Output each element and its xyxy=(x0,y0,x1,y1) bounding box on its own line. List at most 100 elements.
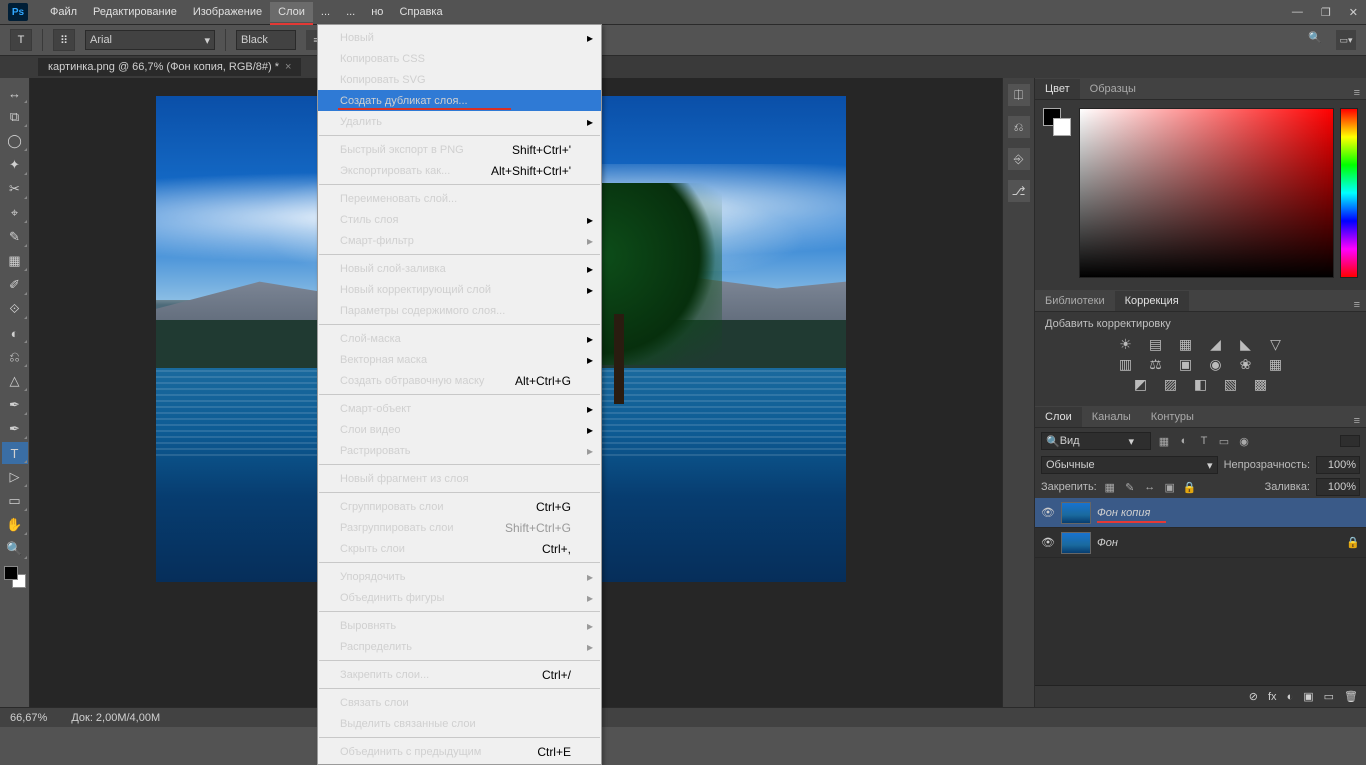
tool-item[interactable]: ◐ xyxy=(2,322,28,344)
menu-изображение[interactable]: Изображение xyxy=(185,2,270,22)
menu-item[interactable]: Смарт-объект xyxy=(318,398,601,419)
adjustment-preset-icon[interactable]: ◧ xyxy=(1191,376,1211,392)
adjustment-preset-icon[interactable]: ▽ xyxy=(1266,336,1286,352)
menu-справка[interactable]: Справка xyxy=(391,2,450,22)
menu-item[interactable]: Переименовать слой... xyxy=(318,188,601,209)
panel-menu-icon[interactable]: ≡ xyxy=(1348,299,1366,311)
menu-item[interactable]: Объединить с предыдущимCtrl+E xyxy=(318,741,601,762)
lock-button[interactable]: ✎ xyxy=(1123,481,1137,494)
menu-item[interactable]: Векторная маска xyxy=(318,349,601,370)
menu-item[interactable]: Копировать CSS xyxy=(318,48,601,69)
layer-row[interactable]: 👁 Фон копия xyxy=(1035,498,1366,528)
blend-mode-select[interactable]: Обычные▾ xyxy=(1041,456,1218,474)
layer-thumbnail[interactable] xyxy=(1061,532,1091,554)
menu-item[interactable]: Создать дубликат слоя... xyxy=(318,90,601,111)
adjustment-preset-icon[interactable]: ◣ xyxy=(1236,336,1256,352)
tab-layers[interactable]: Слои xyxy=(1035,407,1082,427)
opacity-value[interactable]: 100% xyxy=(1316,456,1360,474)
menu-item[interactable]: Копировать SVG xyxy=(318,69,601,90)
menu-item[interactable]: Закрепить слои...Ctrl+/ xyxy=(318,664,601,685)
layers-footer-button[interactable]: fx xyxy=(1268,691,1277,703)
layer-row[interactable]: 👁Фон🔒 xyxy=(1035,528,1366,558)
panel-menu-icon[interactable]: ≡ xyxy=(1348,87,1366,99)
layers-footer-button[interactable]: ▣ xyxy=(1303,690,1313,703)
lock-button[interactable]: ▦ xyxy=(1103,481,1117,494)
layer-filter-type[interactable]: 🔍 Вид ▾ xyxy=(1041,432,1151,450)
menu-item[interactable]: Скрыть слоиCtrl+, xyxy=(318,538,601,559)
tool-item[interactable]: ▷ xyxy=(2,466,28,488)
tool-item[interactable]: ⎌ xyxy=(2,346,28,368)
layer-thumbnail[interactable] xyxy=(1061,502,1091,524)
tool-item[interactable]: ✎ xyxy=(2,226,28,248)
layer-visibility-icon[interactable]: 👁 xyxy=(1041,506,1055,519)
tool-item[interactable]: △ xyxy=(2,370,28,392)
layer-name-label[interactable]: Фон xyxy=(1097,537,1118,549)
lock-button[interactable]: 🔒 xyxy=(1183,481,1197,494)
window-maximize[interactable]: ❐ xyxy=(1321,6,1331,19)
tool-item[interactable]: ⟐ xyxy=(2,298,28,320)
layers-footer-button[interactable]: ▭ xyxy=(1324,690,1334,703)
adjustment-preset-icon[interactable]: ☀ xyxy=(1116,336,1136,352)
tool-item[interactable]: ✂ xyxy=(2,178,28,200)
document-tab[interactable]: картинка.png @ 66,7% (Фон копия, RGB/8#)… xyxy=(38,58,301,76)
layer-filter-icon[interactable]: ▦ xyxy=(1157,435,1171,448)
tool-item[interactable]: ◯ xyxy=(2,130,28,152)
tool-item[interactable]: T xyxy=(2,442,28,464)
menu-редактирование[interactable]: Редактирование xyxy=(85,2,185,22)
hue-slider[interactable] xyxy=(1340,108,1358,278)
orientation-toggle[interactable]: ⠿ xyxy=(53,29,75,51)
active-tool-icon[interactable]: T xyxy=(10,29,32,51)
lock-button[interactable]: ▣ xyxy=(1163,481,1177,494)
layer-name-label[interactable]: Фон копия xyxy=(1097,507,1150,519)
font-color-select[interactable]: Black xyxy=(236,30,296,50)
fill-value[interactable]: 100% xyxy=(1316,478,1360,496)
menu-item[interactable]: Новый корректирующий слой xyxy=(318,279,601,300)
tool-item[interactable]: ↔ xyxy=(2,82,28,104)
doc-size[interactable]: Док: 2,00M/4,00M xyxy=(71,712,160,724)
menu-item[interactable]: Удалить xyxy=(318,111,601,132)
panel-menu-icon[interactable]: ≡ xyxy=(1348,415,1366,427)
tool-item[interactable]: 🔍 xyxy=(2,538,28,560)
adjustment-preset-icon[interactable]: ▧ xyxy=(1221,376,1241,392)
tool-item[interactable]: ▭ xyxy=(2,490,28,512)
menu-слои[interactable]: Слои xyxy=(270,2,313,22)
menu-item[interactable]: Стиль слоя xyxy=(318,209,601,230)
layer-filter-icon[interactable]: ◐ xyxy=(1177,435,1191,448)
adjustment-preset-icon[interactable]: ◩ xyxy=(1131,376,1151,392)
collapsed-panel-icon[interactable]: ⎅ xyxy=(1008,84,1030,106)
document-tab-close[interactable]: × xyxy=(285,61,291,73)
lock-button[interactable]: ↔ xyxy=(1143,481,1157,494)
adjustment-preset-icon[interactable]: ◢ xyxy=(1206,336,1226,352)
layer-filter-icon[interactable]: ▭ xyxy=(1217,435,1231,448)
tool-item[interactable]: ⌖ xyxy=(2,202,28,224)
layers-footer-button[interactable]: ⊘ xyxy=(1249,690,1258,703)
window-close[interactable]: ✕ xyxy=(1349,6,1358,19)
layer-visibility-icon[interactable]: 👁 xyxy=(1041,536,1055,549)
tab-color[interactable]: Цвет xyxy=(1035,79,1080,99)
menu-...[interactable]: ... xyxy=(338,2,363,22)
layers-footer-button[interactable]: ◐ xyxy=(1287,691,1294,703)
tab-channels[interactable]: Каналы xyxy=(1082,407,1141,427)
adjustment-preset-icon[interactable]: ❀ xyxy=(1236,356,1256,372)
layers-footer-button[interactable]: 🗑 xyxy=(1344,690,1358,703)
tab-swatches[interactable]: Образцы xyxy=(1080,79,1146,99)
menu-item[interactable]: Создать обтравочную маскуAlt+Ctrl+G xyxy=(318,370,601,391)
workspace-switcher[interactable]: ▭▾ xyxy=(1336,30,1356,50)
window-minimize[interactable]: — xyxy=(1292,6,1303,19)
menu-item[interactable]: Слои видео xyxy=(318,419,601,440)
tool-item[interactable]: ✋ xyxy=(2,514,28,536)
tab-libraries[interactable]: Библиотеки xyxy=(1035,291,1115,311)
fg-bg-color-tool[interactable] xyxy=(4,566,26,588)
menu-но[interactable]: но xyxy=(363,2,391,22)
layer-filter-toggle[interactable] xyxy=(1340,435,1360,447)
menu-item[interactable]: Экспортировать как...Alt+Shift+Ctrl+' xyxy=(318,160,601,181)
fg-bg-swatches[interactable] xyxy=(1043,108,1073,282)
adjustment-preset-icon[interactable]: ▤ xyxy=(1146,336,1166,352)
layer-filter-icon[interactable]: T xyxy=(1197,435,1211,448)
collapsed-panel-icon[interactable]: ⎆ xyxy=(1008,148,1030,170)
layer-filter-icon[interactable]: ◉ xyxy=(1237,435,1251,448)
menu-item[interactable]: Новый слой-заливка xyxy=(318,258,601,279)
layers-menu-dropdown[interactable]: НовыйКопировать CSSКопировать SVGСоздать… xyxy=(317,24,602,765)
adjustment-preset-icon[interactable]: ▨ xyxy=(1161,376,1181,392)
adjustment-preset-icon[interactable]: ▥ xyxy=(1116,356,1136,372)
